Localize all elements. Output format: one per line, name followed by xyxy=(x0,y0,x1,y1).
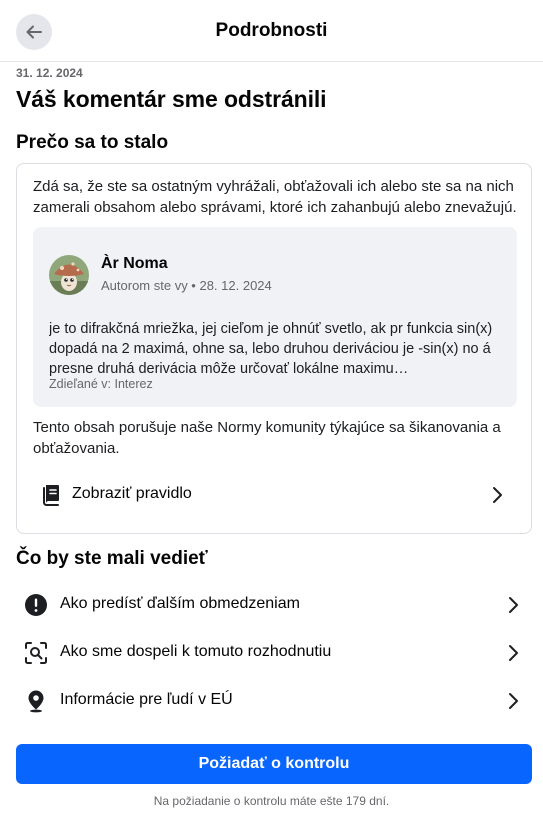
page-title: Váš komentár sme odstránili xyxy=(16,86,327,112)
page-header-title: Podrobnosti xyxy=(215,20,328,41)
chevron-right-icon xyxy=(509,597,518,613)
comment-meta: Autorom ste vy • 28. 12. 2024 xyxy=(101,278,272,293)
chevron-right-icon xyxy=(493,487,502,503)
avoid-restrictions-label: Ako predísť ďalším obmedzeniam xyxy=(60,595,300,612)
comment-text: je to difrakčná mriežka, jej cieľom je o… xyxy=(49,321,493,377)
mushroom-avatar-icon xyxy=(49,255,89,295)
review-deadline-note: Na požiadanie o kontrolu máte ešte 179 d… xyxy=(153,794,390,808)
chevron-right-icon xyxy=(509,645,518,661)
how-we-decided-item[interactable]: Ako sme dospeli k tomuto rozhodnutiu xyxy=(0,629,543,677)
top-bar: Podrobnosti xyxy=(0,0,543,62)
comment-shared-in: Zdieľané v: Interez xyxy=(49,377,153,391)
scan-search-icon xyxy=(25,642,47,664)
removed-comment: Àr Noma Autorom ste vy • 28. 12. 2024 je… xyxy=(33,227,517,407)
notice-date: 31. 12. 2024 xyxy=(16,66,83,80)
exclamation-circle-icon xyxy=(25,594,47,616)
know-heading: Čo by ste mali vedieť xyxy=(16,548,208,569)
view-rule-link[interactable]: Zobraziť pravidlo xyxy=(17,470,531,520)
rulebook-icon xyxy=(43,485,59,506)
eu-info-label: Informácie pre ľudí v EÚ xyxy=(60,691,233,708)
eu-info-item[interactable]: Informácie pre ľudí v EÚ xyxy=(0,677,543,725)
violation-card: Zdá sa, že ste sa ostatným vyhrážali, ob… xyxy=(16,163,532,534)
request-review-button[interactable]: Požiadať o kontrolu xyxy=(16,744,532,784)
why-heading: Prečo sa to stalo xyxy=(16,132,169,153)
chevron-right-icon xyxy=(509,693,518,709)
location-pin-icon xyxy=(28,690,44,713)
how-we-decided-label: Ako sme dospeli k tomuto rozhodnutiu xyxy=(60,643,332,660)
avoid-restrictions-item[interactable]: Ako predísť ďalším obmedzeniam xyxy=(0,581,543,629)
view-rule-label: Zobraziť pravidlo xyxy=(72,485,192,502)
avatar xyxy=(49,255,89,295)
comment-author: Àr Noma xyxy=(101,255,168,272)
violation-text: Tento obsah porušuje naše Normy komunity… xyxy=(33,419,501,457)
reason-text: Zdá sa, že ste sa ostatným vyhrážali, ob… xyxy=(33,178,517,216)
